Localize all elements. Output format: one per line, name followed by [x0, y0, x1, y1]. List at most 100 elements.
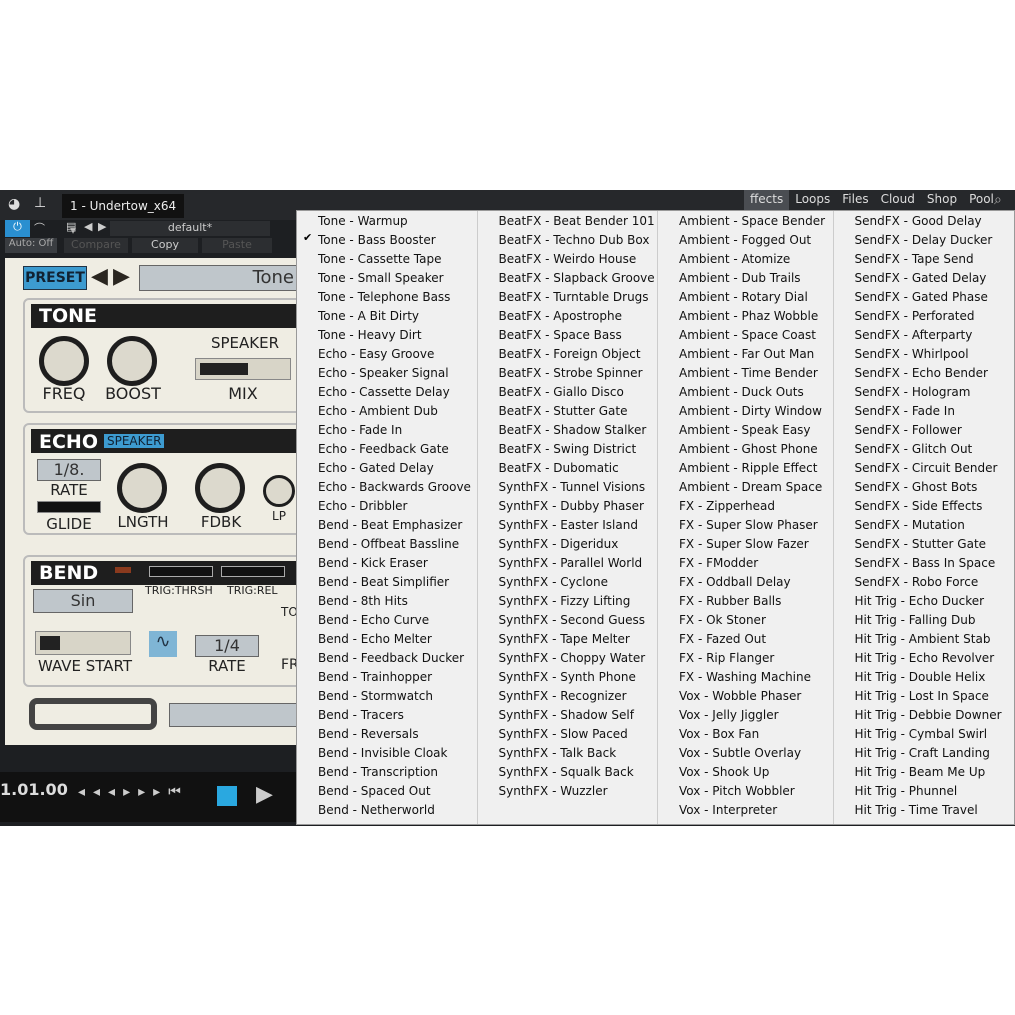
fast-forward-icon[interactable]: ▸▸ [123, 784, 153, 800]
tab-effects[interactable]: ffects [744, 190, 790, 210]
menu-item[interactable]: BeatFX - Giallo Disco [499, 383, 624, 402]
stop-button[interactable] [217, 786, 237, 806]
lp-knob[interactable] [263, 475, 295, 507]
menu-item[interactable]: BeatFX - Weirdo House [499, 250, 637, 269]
menu-item[interactable]: Echo - Cassette Delay [318, 383, 450, 402]
boost-knob[interactable] [107, 336, 157, 386]
menu-item[interactable]: SynthFX - Recognizer [499, 687, 627, 706]
menu-item[interactable]: Echo - Easy Groove [318, 345, 434, 364]
wave-start-slider[interactable] [35, 631, 131, 655]
menu-item[interactable]: Ambient - Ripple Effect [679, 459, 817, 478]
menu-item[interactable]: SendFX - Bass In Space [855, 554, 996, 573]
prev-preset-button[interactable]: ◀ [84, 220, 92, 237]
forward-icon[interactable]: ▸ [153, 784, 168, 800]
trig-threshold-slider[interactable] [149, 566, 213, 577]
menu-item[interactable]: SendFX - Gated Phase [855, 288, 988, 307]
back-icon[interactable]: ◂ [78, 784, 93, 800]
preset-prev-arrow[interactable]: ◀ [91, 264, 108, 289]
menu-item[interactable]: BeatFX - Shadow Stalker [499, 421, 647, 440]
menu-item[interactable]: Tone - Heavy Dirt [318, 326, 422, 345]
menu-item[interactable]: Vox - Jelly Jiggler [679, 706, 779, 725]
menu-item[interactable]: SendFX - Echo Bender [855, 364, 988, 383]
menu-item[interactable]: SynthFX - Squalk Back [499, 763, 634, 782]
next-preset-button[interactable]: ▶ [98, 220, 106, 237]
menu-item[interactable]: FX - Rip Flanger [679, 649, 774, 668]
menu-item[interactable]: Hit Trig - Echo Revolver [855, 649, 995, 668]
menu-item[interactable]: BeatFX - Apostrophe [499, 307, 623, 326]
menu-item[interactable]: Ambient - Dub Trails [679, 269, 801, 288]
menu-item[interactable]: SynthFX - Synth Phone [499, 668, 636, 687]
menu-item[interactable]: Ambient - Dirty Window [679, 402, 822, 421]
menu-item[interactable]: Echo - Dribbler [318, 497, 407, 516]
document-icon[interactable]: ▤ [66, 220, 76, 237]
menu-item[interactable]: Vox - Interpreter [679, 801, 777, 820]
menu-item[interactable]: Ambient - Space Bender [679, 212, 825, 231]
menu-item[interactable]: SynthFX - Parallel World [499, 554, 643, 573]
menu-item[interactable]: Bend - Echo Melter [318, 630, 432, 649]
menu-item[interactable]: SendFX - Perforated [855, 307, 975, 326]
power-button[interactable]: ⏻ [5, 220, 30, 237]
menu-item[interactable]: Hit Trig - Ambient Stab [855, 630, 991, 649]
menu-item[interactable]: BeatFX - Slapback Groove [499, 269, 655, 288]
menu-item[interactable]: Ambient - Far Out Man [679, 345, 814, 364]
menu-item[interactable]: Ambient - Space Coast [679, 326, 816, 345]
menu-item[interactable]: Echo - Speaker Signal [318, 364, 449, 383]
menu-item[interactable]: Bend - Trainhopper [318, 668, 432, 687]
menu-item[interactable]: SynthFX - Cyclone [499, 573, 608, 592]
menu-item[interactable]: BeatFX - Turntable Drugs [499, 288, 649, 307]
menu-item[interactable]: SendFX - Good Delay [855, 212, 982, 231]
menu-item[interactable]: Hit Trig - Beam Me Up [855, 763, 986, 782]
wave-shape-display[interactable]: Sin [33, 589, 133, 613]
menu-item[interactable]: Hit Trig - Phunnel [855, 782, 958, 801]
automation-icon[interactable]: ⌒ [34, 220, 45, 237]
menu-item[interactable]: Bend - Beat Emphasizer [318, 516, 462, 535]
menu-item[interactable]: Bend - 8th Hits [318, 592, 408, 611]
menu-item[interactable]: Echo - Backwards Groove [318, 478, 471, 497]
menu-item[interactable]: Ambient - Fogged Out [679, 231, 811, 250]
echo-mode-tag[interactable]: SPEAKER [103, 434, 165, 448]
menu-item[interactable]: Vox - Wobble Phaser [679, 687, 801, 706]
menu-item[interactable]: SynthFX - Slow Paced [499, 725, 628, 744]
menu-item[interactable]: SynthFX - Easter Island [499, 516, 638, 535]
sine-wave-icon[interactable]: ∿ [149, 631, 177, 657]
length-knob[interactable] [117, 463, 167, 513]
menu-item[interactable]: Vox - Shook Up [679, 763, 769, 782]
preset-name-display[interactable]: Tone [139, 265, 299, 291]
menu-item[interactable]: Bend - Echo Curve [318, 611, 429, 630]
menu-item[interactable]: SynthFX - Digeridux [499, 535, 619, 554]
menu-item[interactable]: SynthFX - Wuzzler [499, 782, 608, 801]
menu-item[interactable]: FX - Super Slow Fazer [679, 535, 809, 554]
menu-item[interactable]: SendFX - Robo Force [855, 573, 979, 592]
menu-item[interactable]: Hit Trig - Lost In Space [855, 687, 989, 706]
menu-item[interactable]: Ambient - Atomize [679, 250, 790, 269]
compare-button[interactable]: Compare [64, 238, 128, 253]
menu-item[interactable]: Bend - Netherworld [318, 801, 435, 820]
menu-item[interactable]: Bend - Stormwatch [318, 687, 433, 706]
menu-item[interactable]: SynthFX - Fizzy Lifting [499, 592, 631, 611]
menu-item[interactable]: BeatFX - Dubomatic [499, 459, 619, 478]
menu-item[interactable]: Ambient - Duck Outs [679, 383, 804, 402]
search-icon[interactable]: ⌕ [994, 192, 1002, 208]
menu-item[interactable]: Ambient - Dream Space [679, 478, 822, 497]
menu-item[interactable]: SendFX - Hologram [855, 383, 971, 402]
menu-item[interactable]: SendFX - Side Effects [855, 497, 983, 516]
routing-icon[interactable]: ⊥ [34, 195, 46, 211]
menu-item[interactable]: SendFX - Whirlpool [855, 345, 969, 364]
menu-item[interactable]: Ambient - Ghost Phone [679, 440, 818, 459]
menu-item[interactable]: Echo - Feedback Gate [318, 440, 449, 459]
menu-item[interactable]: SendFX - Follower [855, 421, 962, 440]
menu-item[interactable]: Hit Trig - Debbie Downer [855, 706, 1002, 725]
track-selector[interactable]: 1 - Undertow_x64 ▾ [62, 194, 184, 237]
menu-item[interactable]: FX - FModder [679, 554, 758, 573]
tab-loops[interactable]: Loops [789, 190, 836, 210]
menu-item[interactable]: FX - Oddball Delay [679, 573, 791, 592]
menu-item[interactable]: Tone - Small Speaker [318, 269, 444, 288]
auto-button[interactable]: Auto: Off [5, 238, 57, 253]
menu-item[interactable]: BeatFX - Strobe Spinner [499, 364, 643, 383]
tab-files[interactable]: Files [836, 190, 874, 210]
echo-rate-display[interactable]: 1/8. [37, 459, 101, 481]
menu-item[interactable]: BeatFX - Stutter Gate [499, 402, 628, 421]
menu-item[interactable]: BeatFX - Beat Bender 101 [499, 212, 655, 231]
menu-item[interactable]: FX - Washing Machine [679, 668, 811, 687]
feedback-knob[interactable] [195, 463, 245, 513]
